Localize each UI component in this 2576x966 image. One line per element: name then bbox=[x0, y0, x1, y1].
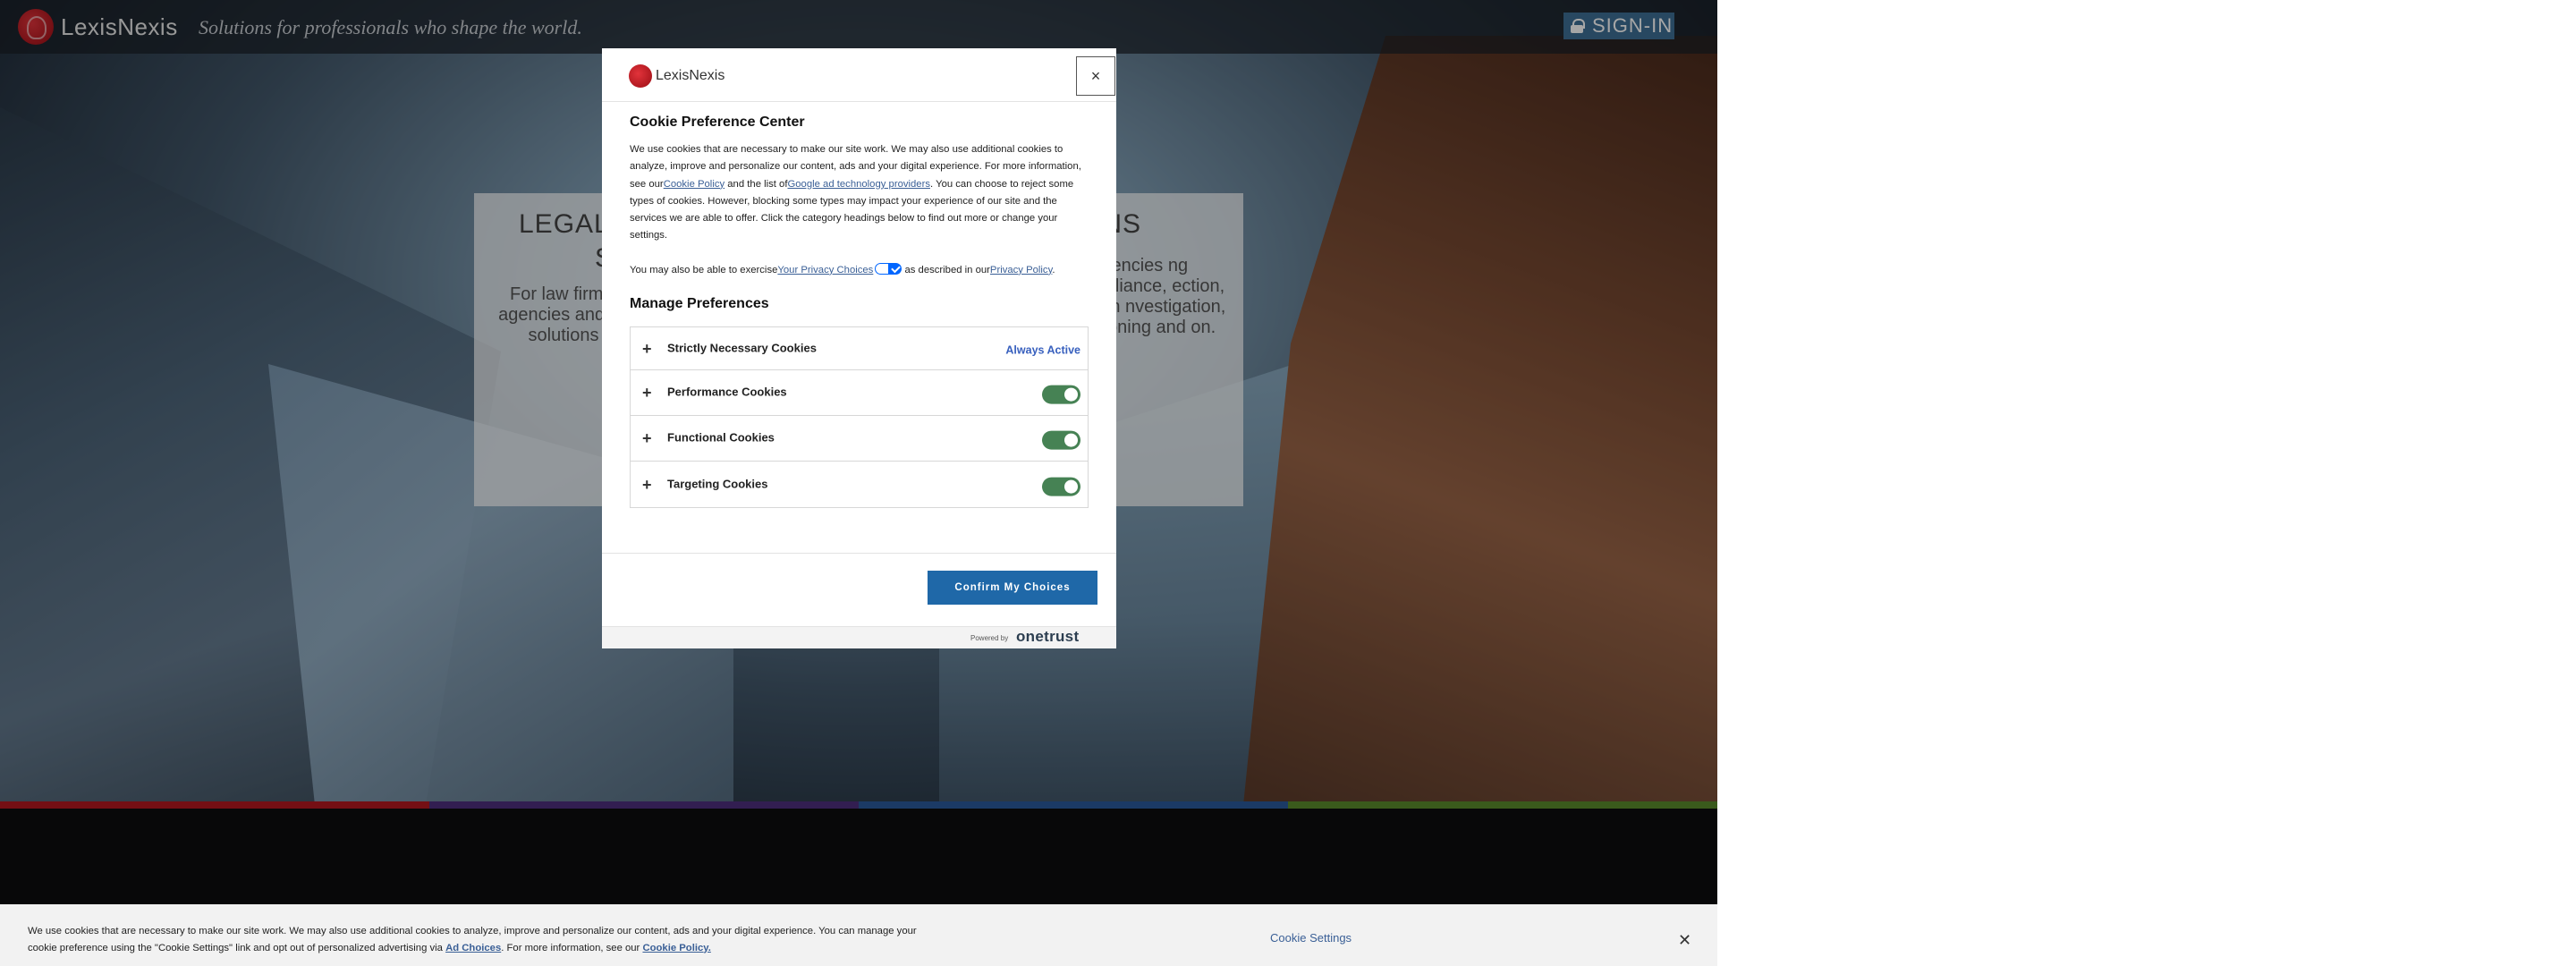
close-button[interactable]: × bbox=[1076, 56, 1115, 96]
onetrust-logo[interactable]: onetrust bbox=[1016, 628, 1079, 646]
banner-text-part: . For more information, see our bbox=[501, 942, 643, 953]
google-ad-providers-link[interactable]: Google ad technology providers bbox=[787, 179, 930, 190]
privacy-text: You may also be able to exercise bbox=[630, 264, 778, 275]
performance-toggle[interactable] bbox=[1042, 385, 1080, 404]
category-label: Functional Cookies bbox=[667, 430, 775, 445]
modal-logo: LexisNexis bbox=[629, 64, 724, 88]
modal-footer: Confirm My Choices bbox=[602, 553, 1116, 626]
cookie-banner: We use cookies that are necessary to mak… bbox=[0, 904, 1717, 966]
modal-header: LexisNexis × bbox=[602, 48, 1116, 102]
ad-choices-link[interactable]: Ad Choices bbox=[445, 943, 501, 953]
banner-cookie-policy-link[interactable]: Cookie Policy. bbox=[642, 943, 710, 953]
category-performance[interactable]: + Performance Cookies bbox=[631, 370, 1088, 417]
banner-close-icon[interactable]: ✕ bbox=[1678, 931, 1691, 950]
close-icon: × bbox=[1090, 66, 1101, 85]
cookie-category-list: + Strictly Necessary Cookies Always Acti… bbox=[630, 326, 1089, 509]
category-functional[interactable]: + Functional Cookies bbox=[631, 416, 1088, 462]
functional-toggle[interactable] bbox=[1042, 430, 1080, 450]
targeting-toggle[interactable] bbox=[1042, 477, 1080, 496]
confirm-my-choices-button[interactable]: Confirm My Choices bbox=[928, 571, 1097, 605]
category-label: Performance Cookies bbox=[667, 385, 787, 399]
category-strictly-necessary[interactable]: + Strictly Necessary Cookies Always Acti… bbox=[631, 327, 1088, 371]
preference-center-title: Cookie Preference Center bbox=[630, 114, 805, 130]
plus-icon: + bbox=[642, 384, 652, 402]
always-active-label: Always Active bbox=[1005, 343, 1080, 356]
cookie-policy-link[interactable]: Cookie Policy bbox=[664, 179, 724, 190]
privacy-choices-text: You may also be able to exerciseYour Pri… bbox=[630, 262, 1089, 279]
privacy-text: . bbox=[1052, 264, 1055, 275]
plus-icon: + bbox=[642, 429, 652, 448]
your-privacy-choices-link[interactable]: Your Privacy Choices bbox=[777, 265, 873, 275]
powered-by-bar: Powered by onetrust bbox=[602, 626, 1116, 648]
privacy-policy-link[interactable]: Privacy Policy bbox=[990, 265, 1052, 275]
powered-by-text: Powered by bbox=[970, 634, 1009, 642]
manage-preferences-title: Manage Preferences bbox=[630, 296, 769, 312]
privacy-text: as described in our bbox=[902, 264, 990, 275]
cookie-preference-modal: LexisNexis × Cookie Preference Center We… bbox=[602, 48, 1116, 648]
description-text: and the list of bbox=[724, 178, 788, 190]
preference-center-description: We use cookies that are necessary to mak… bbox=[630, 141, 1089, 245]
privacy-choices-icon bbox=[875, 262, 902, 275]
plus-icon: + bbox=[642, 475, 652, 494]
banner-text: We use cookies that are necessary to mak… bbox=[28, 923, 931, 956]
logo-icon bbox=[629, 64, 652, 88]
category-targeting[interactable]: + Targeting Cookies bbox=[631, 462, 1088, 507]
cookie-settings-button[interactable]: Cookie Settings bbox=[1270, 931, 1352, 945]
modal-body: Cookie Preference Center We use cookies … bbox=[602, 114, 1116, 509]
category-label: Targeting Cookies bbox=[667, 476, 768, 490]
modal-logo-text: LexisNexis bbox=[656, 68, 725, 83]
category-label: Strictly Necessary Cookies bbox=[667, 340, 817, 354]
plus-icon: + bbox=[642, 339, 652, 358]
